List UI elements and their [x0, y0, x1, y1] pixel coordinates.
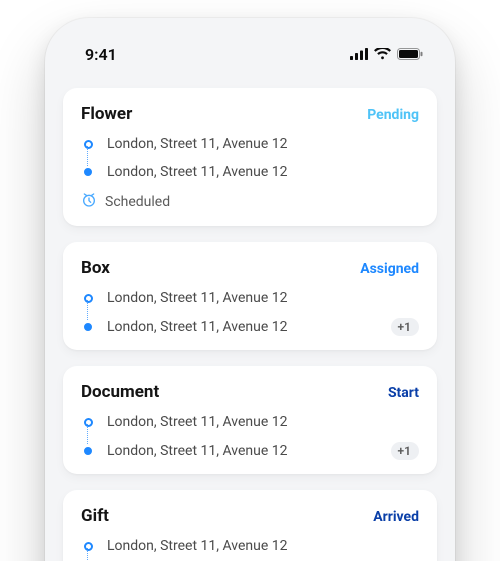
route-connector-icon: [87, 300, 89, 320]
cellular-icon: [350, 48, 368, 60]
route-stop: London, Street 11, Avenue 12: [81, 136, 419, 152]
extra-stops-badge: +1: [391, 318, 419, 336]
route-connector-icon: [87, 146, 89, 166]
status-badge: Start: [388, 385, 419, 401]
card-title: Flower: [81, 104, 132, 124]
route-stops: London, Street 11, Avenue 12 London, Stre…: [81, 136, 419, 180]
route-stop: London, Street 11, Avenue 12: [81, 290, 419, 306]
route-stops: London, Street 11, Avenue 12London, Stre…: [81, 414, 419, 460]
route-stop: London, Street 11, Avenue 12: [81, 538, 419, 554]
card-header: Gift Arrived: [81, 506, 419, 526]
stop-marker: [81, 140, 95, 149]
card-header: Box Assigned: [81, 258, 419, 278]
stop-marker: [81, 447, 95, 455]
destination-dot-icon: [84, 323, 92, 331]
origin-dot-icon: [84, 418, 93, 427]
stop-address: London, Street 11, Avenue 12: [107, 290, 419, 306]
stop-marker: [81, 168, 95, 176]
card-title: Box: [81, 258, 110, 278]
battery-icon: [397, 48, 423, 60]
status-badge: Assigned: [360, 261, 419, 277]
stop-address: London, Street 11, Avenue 12: [107, 319, 379, 335]
card-header: Flower Pending: [81, 104, 419, 124]
stop-marker: [81, 418, 95, 427]
stop-address: London, Street 11, Avenue 12: [107, 538, 419, 554]
status-badge: Pending: [367, 107, 419, 123]
stop-address: London, Street 11, Avenue 12: [107, 414, 419, 430]
route-stop: London, Street 11, Avenue 12: [81, 164, 419, 180]
route-stop: London, Street 11, Avenue 12: [81, 414, 419, 430]
delivery-list[interactable]: Flower Pending London, Street 11, Avenue 1…: [45, 70, 455, 561]
stop-marker: [81, 294, 95, 303]
delivery-card[interactable]: Gift Arrived London, Street 11, Avenue 12L…: [63, 490, 437, 561]
card-header: Document Start: [81, 382, 419, 402]
delivery-card[interactable]: Flower Pending London, Street 11, Avenue 1…: [63, 88, 437, 226]
stop-address: London, Street 11, Avenue 12: [107, 136, 419, 152]
status-badge: Arrived: [373, 509, 419, 525]
status-time: 9:41: [71, 45, 117, 64]
destination-dot-icon: [84, 447, 92, 455]
destination-dot-icon: [84, 168, 92, 176]
card-title: Document: [81, 382, 159, 402]
route-stops: London, Street 11, Avenue 12London, Stre…: [81, 538, 419, 561]
stop-address: London, Street 11, Avenue 12: [107, 164, 419, 180]
route-stops: London, Street 11, Avenue 12London, Stre…: [81, 290, 419, 336]
route-stop: London, Street 11, Avenue 12 +1: [81, 318, 419, 336]
delivery-card[interactable]: Document Start London, Street 11, Avenue 1…: [63, 366, 437, 474]
card-title: Gift: [81, 506, 109, 526]
delivery-card[interactable]: BoxAssignedLondon, Street 11, Avenue 12L…: [63, 242, 437, 350]
status-bar: 9:41: [45, 18, 455, 70]
origin-dot-icon: [84, 140, 93, 149]
route-stop: London, Street 11, Avenue 12 +1: [81, 442, 419, 460]
stop-address: London, Street 11, Avenue 12: [107, 443, 379, 459]
stop-marker: [81, 542, 95, 551]
extra-stops-badge: +1: [391, 442, 419, 460]
origin-dot-icon: [84, 294, 93, 303]
card-footer: Scheduled: [81, 192, 419, 212]
footer-label: Scheduled: [105, 194, 170, 210]
stop-marker: [81, 323, 95, 331]
clock-icon: [81, 192, 97, 212]
route-connector-icon: [87, 424, 89, 444]
origin-dot-icon: [84, 542, 93, 551]
status-indicators: [350, 48, 429, 60]
wifi-icon: [374, 48, 391, 60]
phone-frame: 9:41 FlowerP: [45, 18, 455, 561]
